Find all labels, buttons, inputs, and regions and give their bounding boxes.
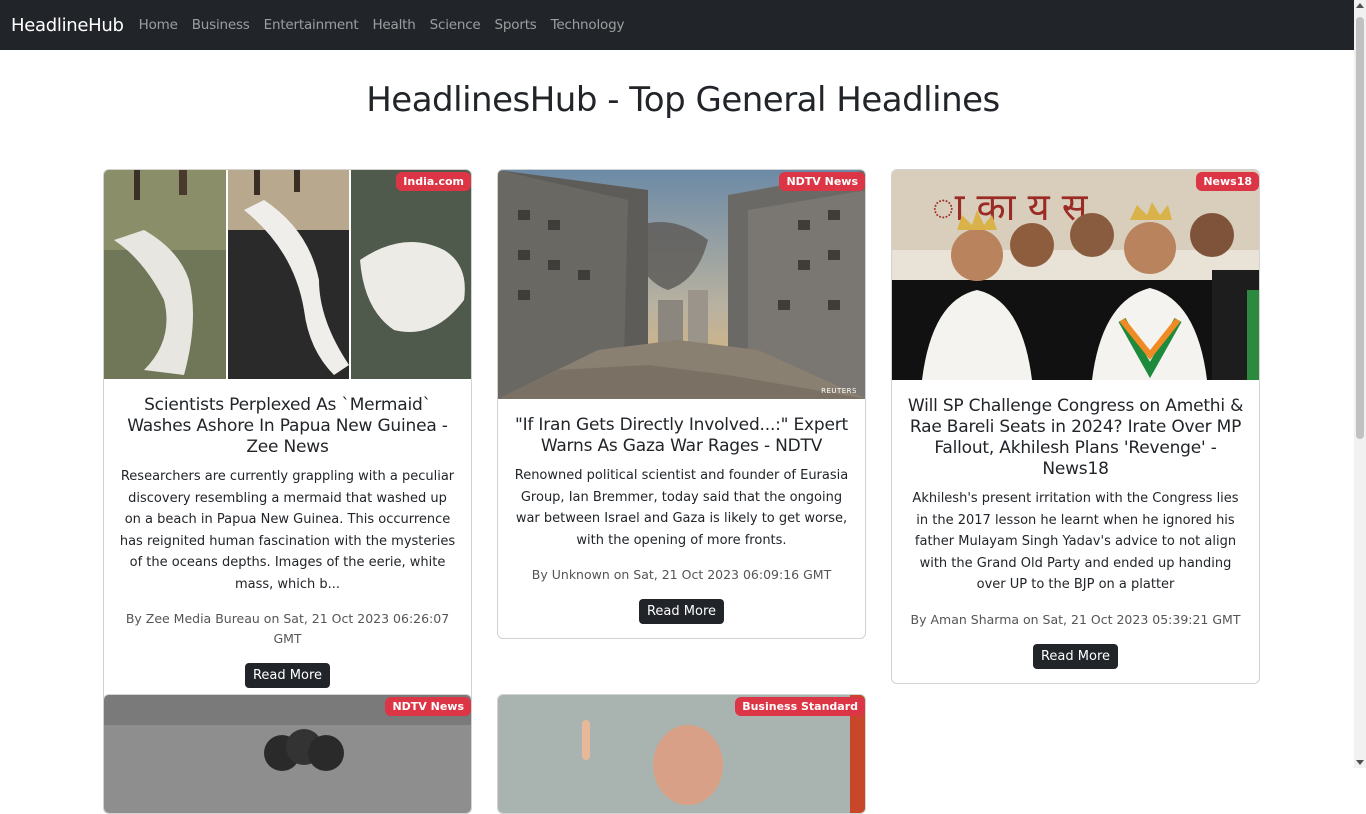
source-badge: News18	[1196, 172, 1259, 191]
news-image[interactable]: Business Standard	[498, 695, 865, 813]
brand-link[interactable]: HeadlineHub	[11, 15, 124, 36]
scroll-down-arrow-icon[interactable]	[1356, 760, 1364, 765]
news-image[interactable]: ा का य स News18	[892, 170, 1259, 380]
card-description: Akhilesh's present irritation with the C…	[912, 491, 1239, 592]
nav-link-science[interactable]: Science	[430, 17, 481, 33]
card-meta: By Aman Sharma on Sat, 21 Oct 2023 05:39…	[910, 611, 1241, 627]
read-more-button[interactable]: Read More	[244, 663, 331, 688]
mermaid-photo	[104, 170, 471, 379]
news-card: Business Standard	[497, 694, 866, 814]
card-title: Scientists Perplexed As `Mermaid` Washes…	[127, 395, 448, 457]
read-more-button[interactable]: Read More	[1032, 643, 1119, 669]
news-card: NDTV News	[103, 694, 472, 814]
nav-link-health[interactable]: Health	[372, 17, 415, 33]
nav-link-business[interactable]: Business	[192, 17, 250, 33]
news-image[interactable]: NDTV News	[104, 695, 471, 813]
image-credit: REUTERS	[821, 387, 857, 395]
card-description: Researchers are currently grappling with…	[119, 469, 456, 592]
news-image[interactable]: India.com	[104, 170, 471, 379]
news-card: ा का य स News18 Will SP Challenge Congre…	[891, 169, 1260, 684]
page-title: HeadlinesHub - Top General Headlines	[366, 80, 1000, 120]
news-card: India.com Scientists Perplexed As `Merma…	[103, 169, 472, 703]
gaza-rubble-photo	[498, 170, 865, 399]
navbar: HeadlineHub Home Business Entertainment …	[0, 0, 1354, 50]
card-meta: By Zee Media Bureau on Sat, 21 Oct 2023 …	[125, 611, 450, 646]
nav-link-technology[interactable]: Technology	[551, 17, 625, 33]
politicians-photo: ा का य स	[892, 170, 1259, 380]
nav-link-entertainment[interactable]: Entertainment	[264, 17, 359, 33]
nav-link-sports[interactable]: Sports	[495, 17, 537, 33]
source-badge: Business Standard	[735, 697, 865, 716]
scroll-up-arrow-icon[interactable]	[1356, 3, 1364, 8]
card-meta: By Unknown on Sat, 21 Oct 2023 06:09:16 …	[531, 567, 832, 582]
nav-link-home[interactable]: Home	[139, 17, 178, 33]
news-image[interactable]: REUTERS NDTV News	[498, 170, 865, 399]
card-title: Will SP Challenge Congress on Amethi & R…	[907, 396, 1244, 479]
svg-text:ा का य स: ा का य स	[932, 185, 1089, 229]
source-badge: NDTV News	[779, 172, 865, 191]
source-badge: NDTV News	[385, 697, 471, 716]
news-card: REUTERS NDTV News "If Iran Gets Directly…	[497, 169, 866, 639]
read-more-button[interactable]: Read More	[638, 599, 725, 624]
source-badge: India.com	[396, 172, 471, 191]
card-description: Renowned political scientist and founder…	[514, 468, 849, 548]
card-title: "If Iran Gets Directly Involved...:" Exp…	[514, 415, 849, 456]
